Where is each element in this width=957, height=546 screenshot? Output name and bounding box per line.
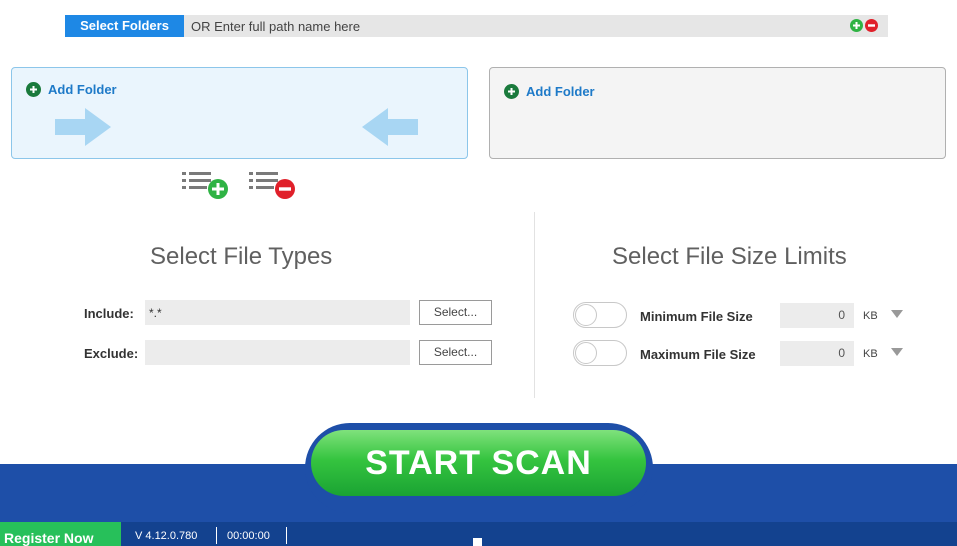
exclude-label: Exclude:: [84, 346, 139, 361]
plus-circle-icon: [26, 82, 41, 97]
arrow-left-icon: [362, 108, 418, 146]
plus-circle-icon: [504, 84, 519, 99]
include-select-button[interactable]: Select...: [419, 300, 492, 325]
min-size-unit: KB: [863, 310, 878, 322]
min-size-toggle[interactable]: [573, 302, 627, 328]
path-actions: [850, 19, 878, 32]
add-folder-left-button[interactable]: Add Folder: [26, 82, 117, 97]
arrow-right-icon: [55, 108, 111, 146]
exclude-field[interactable]: [145, 340, 410, 365]
file-types-title: Select File Types: [150, 243, 333, 270]
min-size-dropdown-arrow-icon[interactable]: [891, 310, 903, 318]
register-now-button[interactable]: Register Now: [0, 522, 121, 546]
add-folder-left-label: Add Folder: [48, 82, 117, 97]
version-text: V 4.12.0.780: [135, 530, 198, 542]
add-path-icon[interactable]: [850, 19, 863, 32]
mouse-cursor-icon: [473, 538, 482, 546]
add-folder-right-label: Add Folder: [526, 84, 595, 99]
remove-path-icon[interactable]: [865, 19, 878, 32]
min-size-label: Minimum File Size: [640, 309, 753, 324]
select-folders-button[interactable]: Select Folders: [65, 15, 184, 37]
status-separator: [216, 527, 217, 544]
toggle-knob: [575, 304, 597, 326]
list-add-icon[interactable]: [182, 170, 230, 200]
max-size-dropdown-arrow-icon[interactable]: [891, 348, 903, 356]
destination-folder-box[interactable]: Add Folder: [489, 67, 946, 159]
add-folder-right-button[interactable]: Add Folder: [504, 84, 595, 99]
max-size-label: Maximum File Size: [640, 347, 756, 362]
size-limits-title: Select File Size Limits: [612, 243, 847, 270]
exclude-select-button[interactable]: Select...: [419, 340, 492, 365]
toggle-knob: [575, 342, 597, 364]
include-label: Include:: [84, 306, 134, 321]
min-size-field[interactable]: 0: [780, 303, 854, 328]
start-scan-button[interactable]: START SCAN: [311, 430, 646, 496]
path-bar: Select Folders: [65, 15, 888, 37]
max-size-unit: KB: [863, 348, 878, 360]
source-folder-box[interactable]: Add Folder: [11, 67, 468, 159]
list-remove-icon[interactable]: [249, 170, 297, 200]
max-size-toggle[interactable]: [573, 340, 627, 366]
include-field[interactable]: [145, 300, 410, 325]
status-separator: [286, 527, 287, 544]
section-divider: [534, 212, 535, 398]
max-size-field[interactable]: 0: [780, 341, 854, 366]
path-input[interactable]: [191, 15, 791, 37]
timer-text: 00:00:00: [227, 530, 270, 542]
